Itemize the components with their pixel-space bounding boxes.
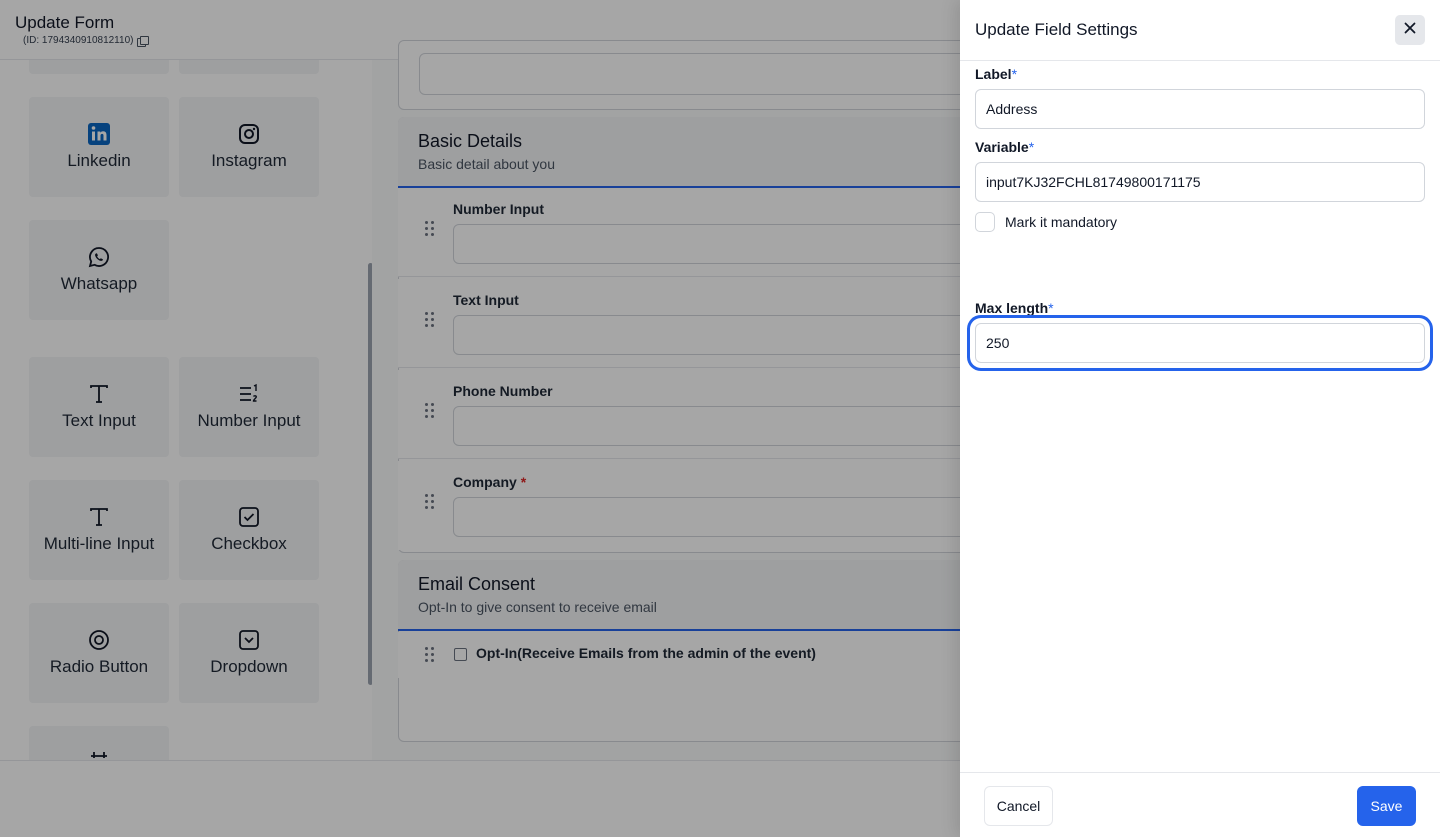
cancel-button[interactable]: Cancel: [984, 786, 1053, 826]
required-star: *: [1028, 139, 1035, 155]
variable-text: Variable: [975, 139, 1029, 155]
variable-input[interactable]: [975, 162, 1425, 202]
max-length-input[interactable]: [975, 323, 1425, 363]
drawer-footer: Cancel Save: [960, 772, 1440, 837]
mandatory-checkbox[interactable]: [975, 212, 995, 232]
close-button[interactable]: [1395, 15, 1425, 45]
required-star: *: [1048, 300, 1054, 316]
save-button[interactable]: Save: [1357, 786, 1416, 826]
label-text: Label: [975, 66, 1012, 82]
variable-field-label: Variable*: [975, 139, 1034, 155]
mandatory-label: Mark it mandatory: [1005, 214, 1118, 230]
label-input[interactable]: [975, 89, 1425, 129]
label-field-label: Label*: [975, 66, 1017, 82]
mandatory-toggle[interactable]: Mark it mandatory: [975, 212, 1117, 232]
max-length-text: Max length: [975, 300, 1049, 316]
close-icon: [1404, 21, 1416, 39]
max-length-field-label: Max length*: [975, 300, 1054, 316]
drawer-header: Update Field Settings: [960, 0, 1440, 61]
required-star: *: [1011, 66, 1018, 82]
drawer-title: Update Field Settings: [975, 20, 1138, 39]
update-field-settings-drawer: Update Field Settings Label* Variable* M…: [960, 0, 1440, 837]
